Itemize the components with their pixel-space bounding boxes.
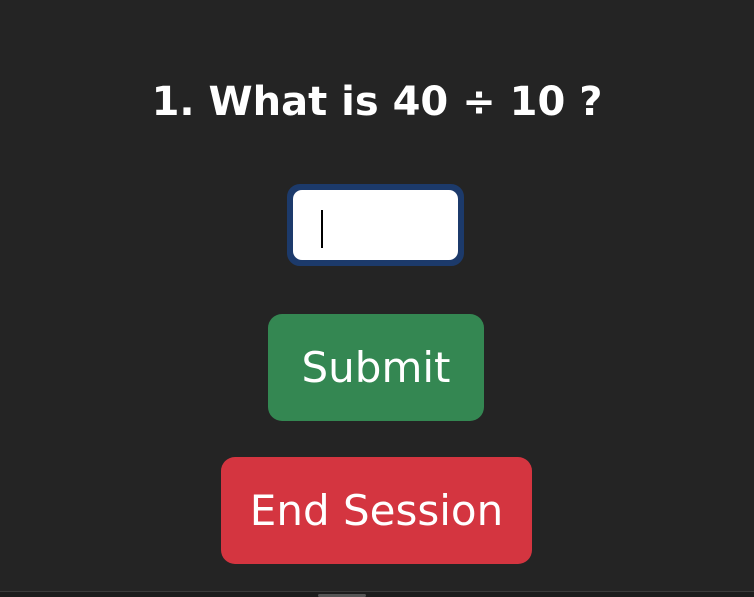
text-caret (321, 210, 323, 248)
bottom-edge (0, 591, 754, 597)
answer-input[interactable] (293, 190, 458, 260)
question-text: 1. What is 40 ÷ 10 ? (151, 79, 603, 125)
quiz-page: 1. What is 40 ÷ 10 ? Submit End Session (0, 0, 754, 597)
end-session-button[interactable]: End Session (221, 457, 532, 564)
answer-field-wrapper (287, 184, 464, 266)
submit-button[interactable]: Submit (268, 314, 484, 421)
